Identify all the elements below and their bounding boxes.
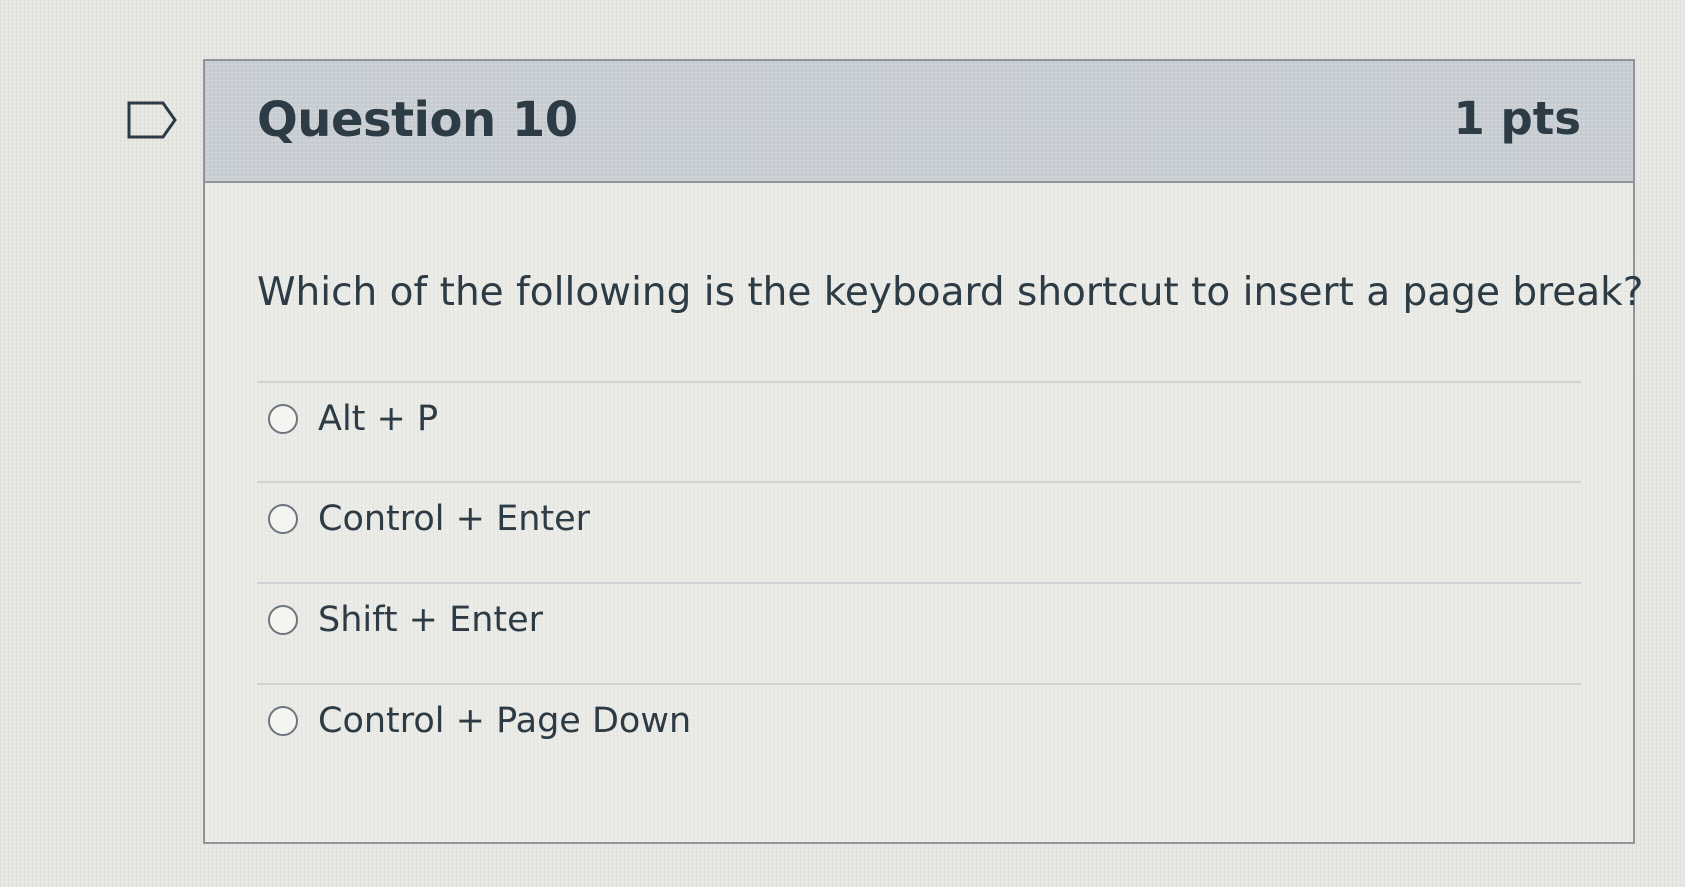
- answer-option[interactable]: Control + Enter: [268, 491, 1068, 547]
- radio-button[interactable]: [268, 706, 298, 736]
- answer-option[interactable]: Alt + P: [268, 391, 1068, 447]
- question-text: Which of the following is the keyboard s…: [257, 270, 1644, 315]
- answer-option[interactable]: Control + Page Down: [268, 693, 1068, 749]
- question-title: Question 10: [257, 92, 578, 148]
- answer-label: Shift + Enter: [318, 600, 544, 640]
- question-card: Question 10 1 pts Which of the following…: [203, 59, 1643, 844]
- answer-divider: [257, 381, 1581, 383]
- radio-button[interactable]: [268, 404, 298, 434]
- flag-question-button[interactable]: [127, 101, 177, 139]
- answer-divider: [257, 683, 1581, 685]
- answer-label: Control + Page Down: [318, 701, 692, 741]
- question-points: 1 pts: [1453, 92, 1582, 145]
- answer-label: Control + Enter: [318, 499, 591, 539]
- radio-button[interactable]: [268, 605, 298, 635]
- answer-divider: [257, 582, 1581, 584]
- question-header: Question 10 1 pts: [205, 61, 1633, 183]
- answer-label: Alt + P: [318, 399, 439, 439]
- radio-button[interactable]: [268, 504, 298, 534]
- answer-option[interactable]: Shift + Enter: [268, 592, 1068, 648]
- flag-outline-icon: [127, 101, 177, 139]
- answer-divider: [257, 481, 1581, 483]
